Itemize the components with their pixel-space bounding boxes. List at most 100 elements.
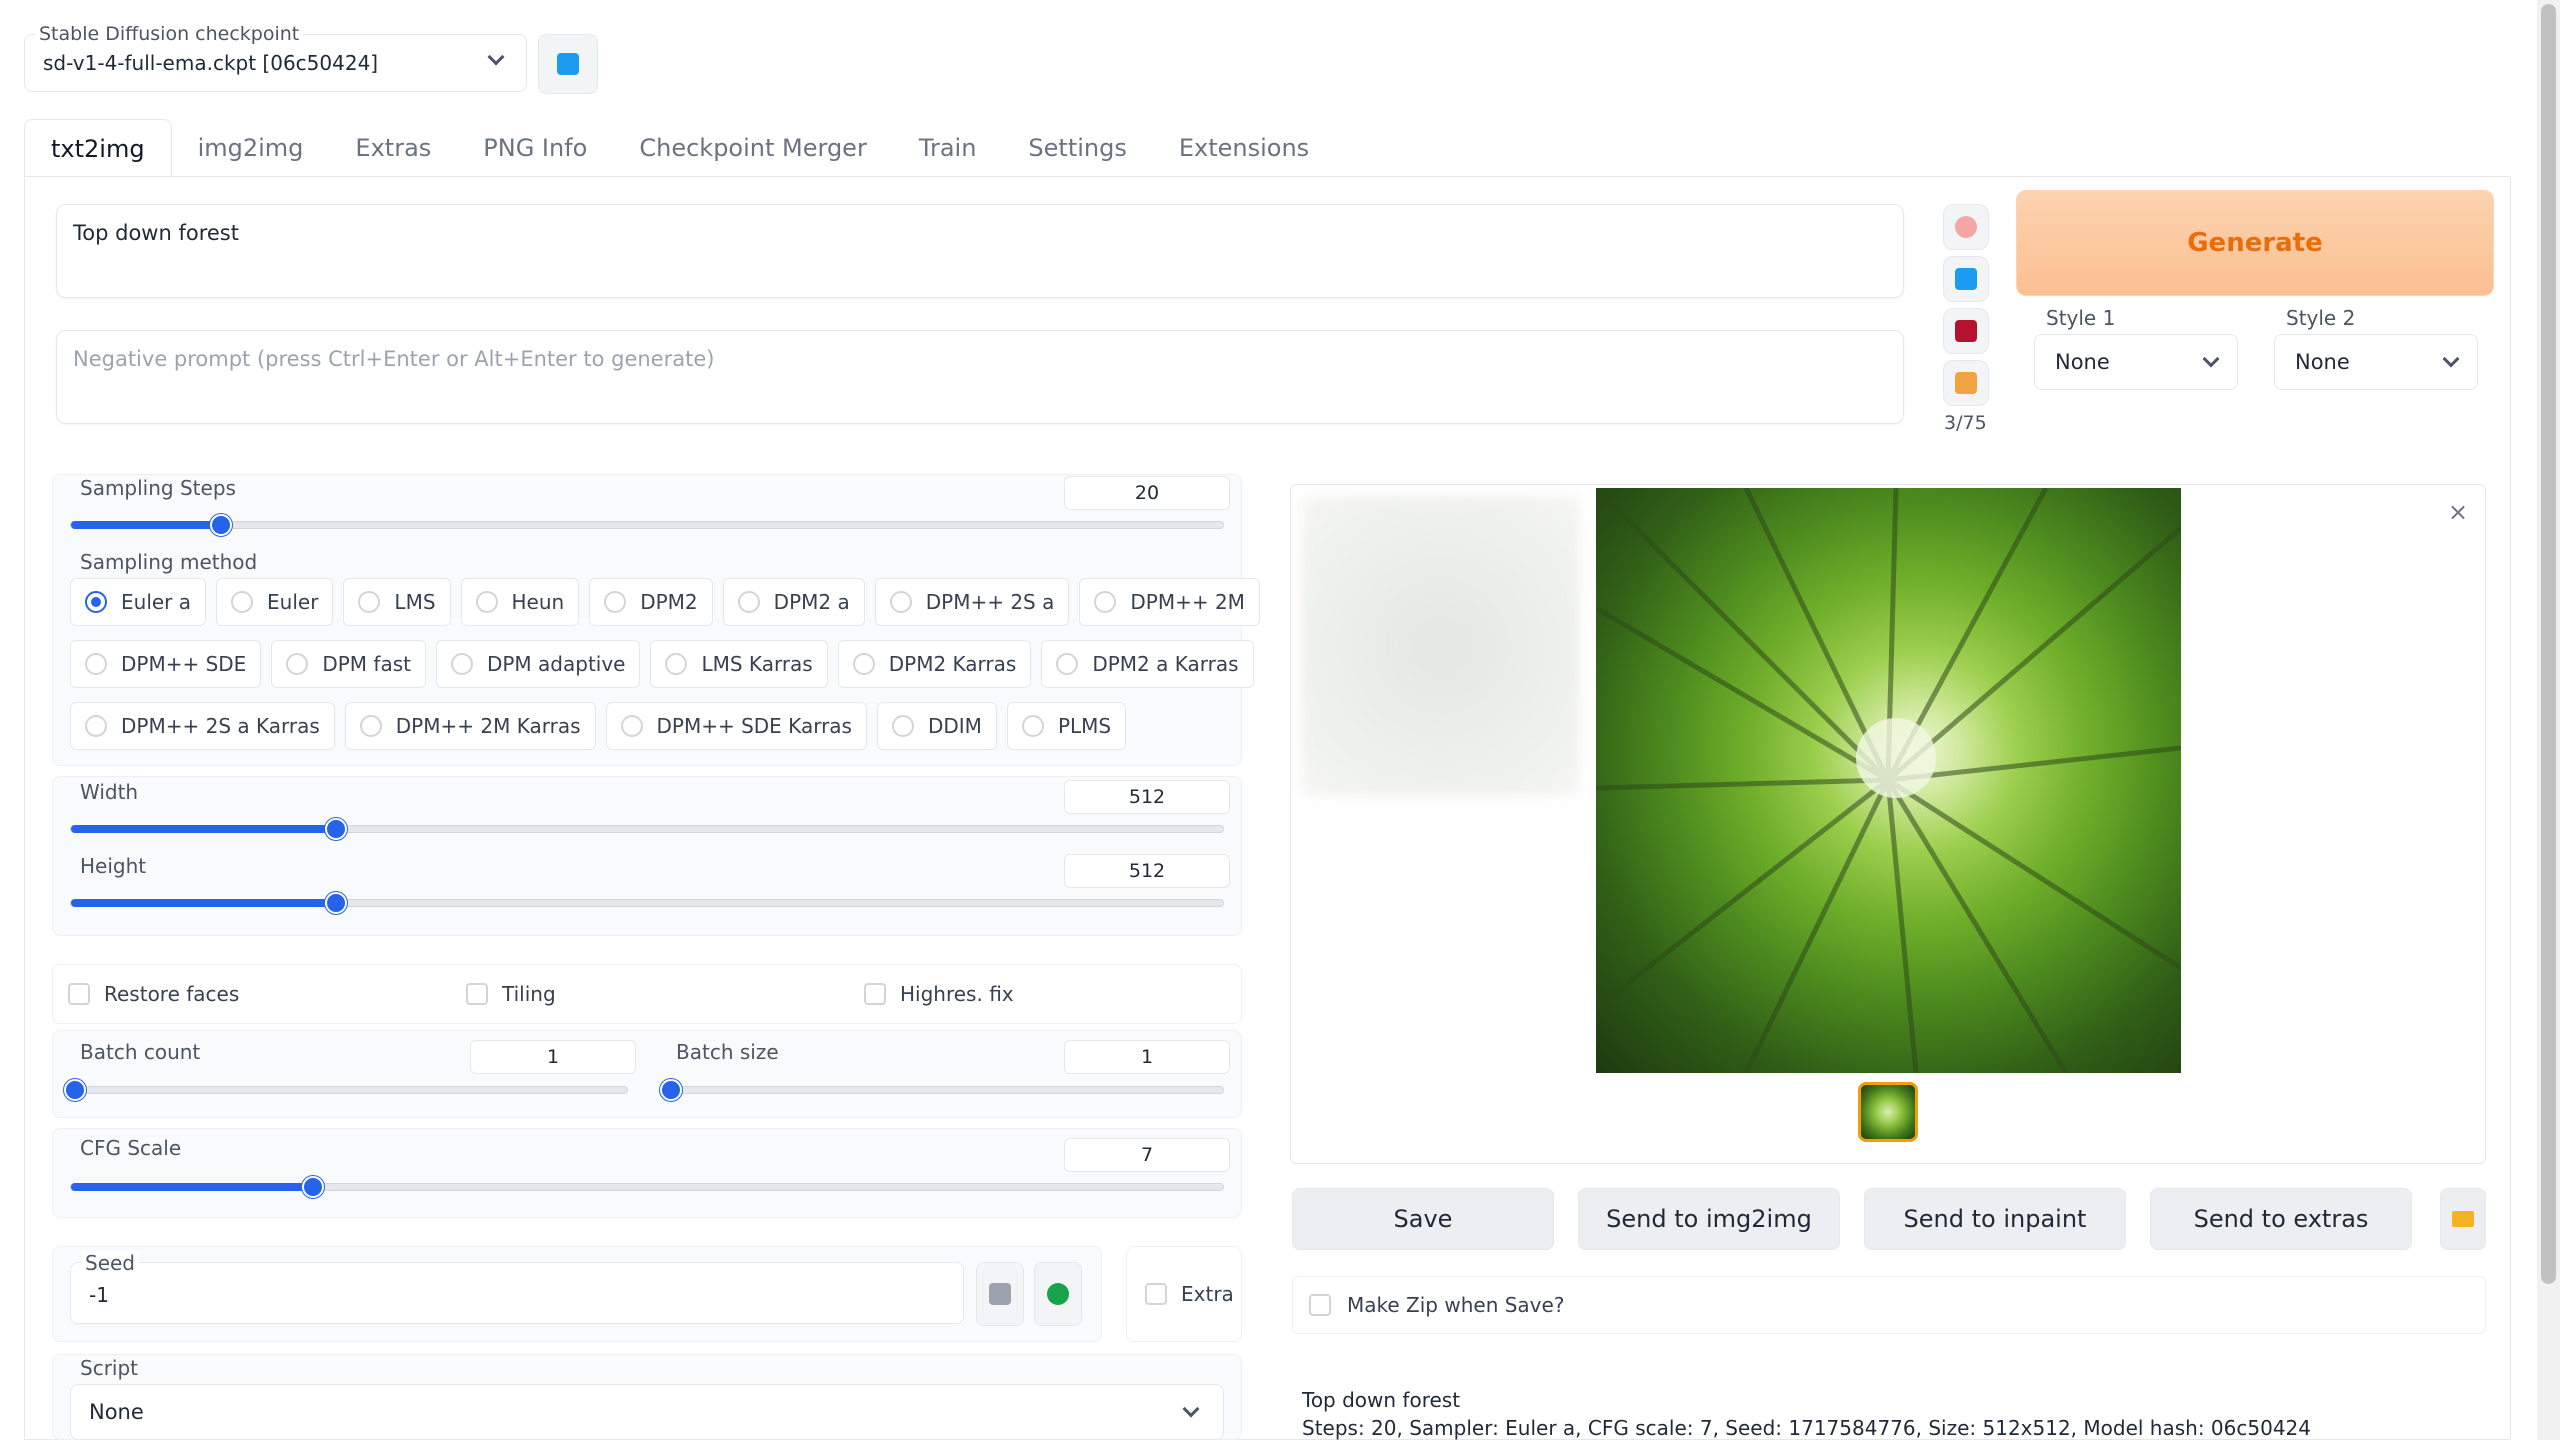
sampler-option-label: Euler a [121,590,192,614]
sampler-option-label: DPM2 a [773,590,850,614]
save-style-button[interactable] [1943,308,1989,354]
cfg-scale-number[interactable]: 7 [1064,1138,1230,1172]
sampler-option[interactable]: Euler [216,578,334,626]
open-folder-button[interactable] [2440,1188,2486,1250]
radio-button[interactable] [1094,591,1117,613]
send-to-img2img-button[interactable]: Send to img2img [1578,1188,1840,1250]
send-to-inpaint-button[interactable]: Send to inpaint [1864,1188,2126,1250]
radio-button[interactable] [359,715,382,737]
sampler-option[interactable]: PLMS [1006,702,1127,750]
height-slider[interactable] [70,892,1224,914]
style1-dropdown[interactable]: None [2034,334,2238,390]
radio-button[interactable] [852,653,875,675]
restore-faces-option[interactable]: Restore faces [68,982,239,1006]
radio-button[interactable] [1021,715,1044,737]
sampler-option[interactable]: Euler a [70,578,207,626]
sampler-option[interactable]: DPM2 Karras [837,640,1032,688]
sampler-option[interactable]: DPM++ SDE [70,640,262,688]
height-number[interactable]: 512 [1064,854,1230,888]
sampler-option[interactable]: Heun [460,578,580,626]
sampler-option[interactable]: DPM++ 2M Karras [344,702,596,750]
restore-faces-checkbox[interactable] [68,983,90,1005]
sampler-option[interactable]: DPM2 a Karras [1041,640,1254,688]
radio-button[interactable] [620,715,643,737]
script-dropdown[interactable]: None [70,1384,1224,1440]
make-zip-checkbox[interactable] [1309,1294,1331,1316]
radio-button[interactable] [358,591,381,613]
reuse-seed-button[interactable] [1034,1262,1082,1326]
width-slider[interactable] [70,818,1224,840]
style2-dropdown[interactable]: None [2274,334,2478,390]
gallery-thumbnail[interactable] [1858,1082,1918,1142]
sampler-option[interactable]: DPM++ 2M [1079,578,1260,626]
script-value: None [89,1400,144,1424]
sampling-steps-slider[interactable] [70,514,1224,536]
tab-extensions[interactable]: Extensions [1153,119,1335,177]
highres-fix-option[interactable]: Highres. fix [864,982,1014,1006]
sampler-option[interactable]: DPM fast [271,640,426,688]
cfg-scale-slider[interactable] [70,1176,1224,1198]
highres-fix-checkbox[interactable] [864,983,886,1005]
generated-image[interactable] [1596,488,2181,1073]
batch-size-number[interactable]: 1 [1064,1040,1230,1074]
page-scrollbar[interactable] [2537,0,2560,1440]
radio-button[interactable] [1056,653,1079,675]
save-button[interactable]: Save [1292,1188,1554,1250]
tiling-checkbox[interactable] [466,983,488,1005]
radio-button[interactable] [85,591,107,613]
radio-button[interactable] [604,591,627,613]
sampler-option[interactable]: LMS [343,578,451,626]
paste-button[interactable] [1943,360,1989,406]
tab-checkpoint-merger[interactable]: Checkpoint Merger [613,119,892,177]
sampler-option[interactable]: DPM2 a [722,578,865,626]
batch-count-slider[interactable] [64,1079,628,1101]
tab-img2img[interactable]: img2img [172,119,330,177]
radio-button[interactable] [85,715,107,737]
tiling-option[interactable]: Tiling [466,982,556,1006]
sampler-option[interactable]: DPM adaptive [435,640,641,688]
tab-png-info[interactable]: PNG Info [457,119,613,177]
prompt-input[interactable]: Top down forest [56,204,1904,298]
make-zip-label: Make Zip when Save? [1347,1293,1565,1317]
extra-seed-checkbox[interactable] [1145,1283,1167,1305]
close-icon[interactable]: × [2446,500,2470,524]
refresh-checkpoint-button[interactable] [538,34,598,94]
send-to-extras-button[interactable]: Send to extras [2150,1188,2412,1250]
batch-size-slider[interactable] [660,1079,1224,1101]
random-seed-button[interactable] [976,1262,1024,1326]
sampler-option[interactable]: DPM++ SDE Karras [605,702,867,750]
sampler-option[interactable]: DPM++ 2S a [874,578,1070,626]
radio-button[interactable] [85,653,107,675]
radio-button[interactable] [891,715,914,737]
tab-extras[interactable]: Extras [329,119,457,177]
batch-count-number[interactable]: 1 [470,1040,636,1074]
negative-prompt-input[interactable]: Negative prompt (press Ctrl+Enter or Alt… [56,330,1904,424]
interrogate-button[interactable] [1943,204,1989,250]
radio-button[interactable] [737,591,760,613]
width-number[interactable]: 512 [1064,780,1230,814]
extra-seed-option[interactable]: Extra [1126,1246,1242,1342]
tab-txt2img[interactable]: txt2img [24,119,172,177]
radio-button[interactable] [889,591,912,613]
sampling-steps-label: Sampling Steps [80,476,236,500]
apply-style-button[interactable] [1943,256,1989,302]
seed-input[interactable]: -1 [89,1283,109,1307]
sampler-option[interactable]: DPM2 [589,578,713,626]
radio-button[interactable] [475,591,498,613]
radio-button[interactable] [450,653,473,675]
seed-label: Seed [81,1251,139,1275]
tab-settings[interactable]: Settings [1002,119,1152,177]
refresh-icon [557,53,579,75]
radio-button[interactable] [231,591,254,613]
sampler-option[interactable]: DDIM [876,702,997,750]
checkpoint-dropdown[interactable]: Stable Diffusion checkpoint sd-v1-4-full… [24,23,527,92]
radio-button[interactable] [665,653,688,675]
make-zip-option[interactable]: Make Zip when Save? [1292,1276,2486,1334]
scrollbar-thumb[interactable] [2541,4,2556,1284]
generate-button[interactable]: Generate [2016,190,2494,296]
sampler-option[interactable]: LMS Karras [650,640,828,688]
sampler-option[interactable]: DPM++ 2S a Karras [70,702,335,750]
tab-train[interactable]: Train [893,119,1003,177]
sampling-steps-number[interactable]: 20 [1064,476,1230,510]
radio-button[interactable] [286,653,309,675]
